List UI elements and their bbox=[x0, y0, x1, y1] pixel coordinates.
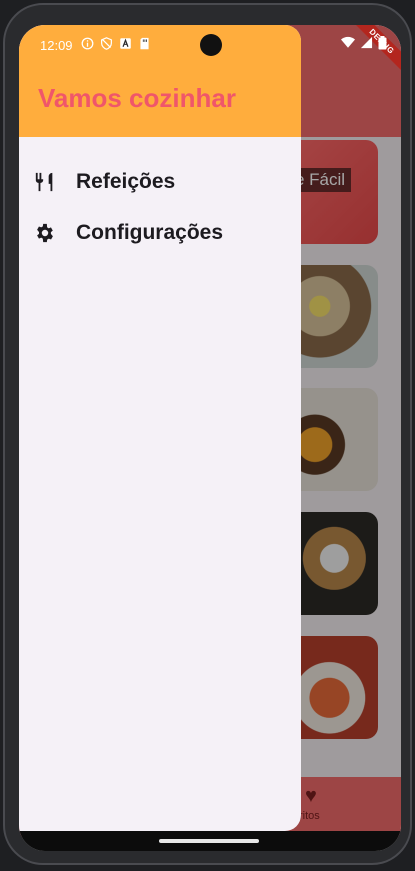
restaurant-icon bbox=[34, 171, 56, 193]
phone-frame: e Fácil ♥ ritos DEBUG Vamos cozinhar Ref bbox=[3, 3, 412, 865]
drawer-item-settings[interactable]: Configurações bbox=[19, 208, 301, 258]
status-notification-icons bbox=[81, 37, 151, 50]
battery-icon bbox=[378, 36, 387, 50]
status-time: 12:09 bbox=[40, 38, 73, 53]
settings-icon bbox=[34, 222, 56, 244]
phone-screen: e Fácil ♥ ritos DEBUG Vamos cozinhar Ref bbox=[19, 25, 401, 851]
info-icon bbox=[81, 37, 94, 50]
drawer-title: Vamos cozinhar bbox=[38, 83, 236, 113]
shield-icon bbox=[101, 37, 112, 50]
status-bar: 12:09 bbox=[19, 25, 401, 65]
wifi-icon bbox=[341, 36, 355, 48]
navigation-drawer: Vamos cozinhar Refeições Configurações bbox=[19, 25, 301, 831]
home-gesture-bar[interactable] bbox=[159, 839, 259, 843]
sd-card-icon bbox=[140, 37, 149, 50]
signal-icon bbox=[360, 36, 373, 49]
drawer-item-label: Refeições bbox=[76, 170, 176, 193]
system-status-icons bbox=[341, 36, 387, 50]
camera-cutout bbox=[200, 34, 222, 56]
drawer-item-meals[interactable]: Refeições bbox=[19, 157, 301, 207]
font-icon bbox=[120, 38, 131, 49]
drawer-item-label: Configurações bbox=[76, 221, 224, 244]
